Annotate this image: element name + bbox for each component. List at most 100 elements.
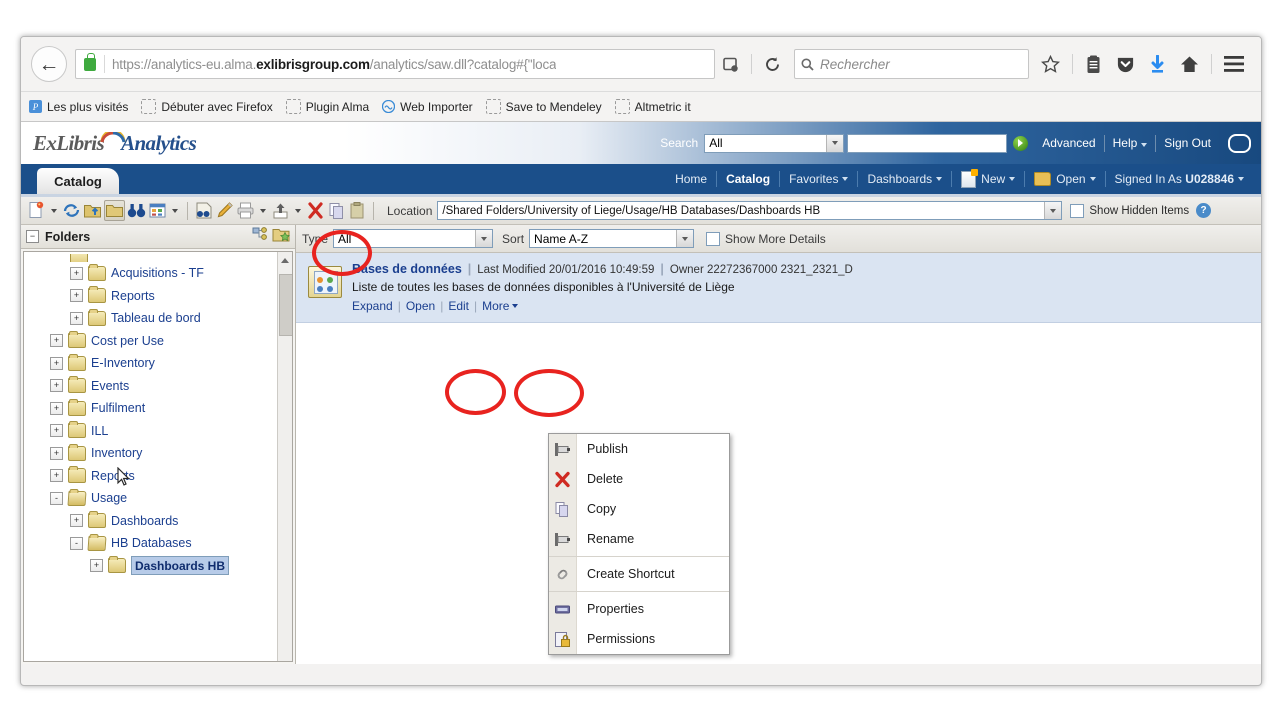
nav-signed-in-as[interactable]: Signed In As U028846 [1106, 171, 1253, 187]
sign-out-link[interactable]: Sign Out [1164, 136, 1211, 150]
copy-icon[interactable] [327, 201, 346, 220]
tab-catalog[interactable]: Catalog [37, 168, 119, 194]
tree-item-tableau-de-bord[interactable]: + Tableau de bord [24, 307, 292, 330]
tree-item-usage[interactable]: - Usage [24, 487, 292, 510]
expander-plus-icon[interactable]: + [50, 379, 63, 393]
help-menu[interactable]: Help [1113, 136, 1148, 150]
show-hidden-items-control[interactable]: Show Hidden Items ? [1070, 203, 1212, 218]
expander-plus-icon[interactable]: + [50, 401, 63, 415]
chevron-down-icon[interactable] [1044, 202, 1062, 219]
tree-item-cost-per-use[interactable]: + Cost per Use [24, 330, 292, 353]
bookmark-item[interactable]: P Les plus visités [29, 100, 128, 114]
chevron-down-icon[interactable] [512, 304, 519, 308]
pocket-icon[interactable] [1116, 55, 1135, 74]
chevron-down-icon[interactable] [676, 230, 694, 247]
tree-item-hb-databases[interactable]: - HB Databases [24, 532, 292, 555]
tree-item-ill[interactable]: + ILL [24, 420, 292, 443]
tree-nodes-icon[interactable] [252, 226, 269, 247]
library-icon[interactable] [1085, 55, 1102, 74]
scroll-up-arrow-icon[interactable] [281, 258, 289, 263]
expander-plus-icon[interactable]: + [70, 311, 83, 325]
print-icon[interactable] [236, 201, 255, 220]
more-link[interactable]: More [482, 299, 509, 313]
open-link[interactable]: Open [406, 299, 435, 313]
expand-link[interactable]: Expand [352, 299, 393, 313]
tree-item-reports[interactable]: + Reports [24, 465, 292, 488]
expander-plus-icon[interactable]: + [70, 289, 83, 303]
expander-plus-icon[interactable]: + [90, 559, 103, 573]
export-upload-icon[interactable] [271, 201, 290, 220]
show-more-details-checkbox[interactable] [706, 231, 721, 246]
help-question-icon[interactable]: ? [1196, 203, 1212, 218]
bookmark-item[interactable]: Web Importer [382, 100, 473, 114]
edit-link[interactable]: Edit [448, 299, 469, 313]
nav-open[interactable]: Open [1025, 171, 1104, 187]
open-folder-icon[interactable] [104, 200, 125, 221]
archive-icon[interactable] [194, 201, 213, 220]
menu-item-publish[interactable]: Publish [549, 434, 729, 464]
reader-view-icon[interactable] [722, 56, 739, 73]
new-item-icon[interactable] [27, 201, 46, 220]
chevron-down-icon[interactable] [51, 208, 57, 213]
star-icon[interactable] [1041, 54, 1060, 74]
chevron-down-icon[interactable] [260, 208, 266, 213]
tree-item-dashboards-hb[interactable]: + Dashboards HB [24, 555, 292, 578]
upload-folder-icon[interactable] [83, 201, 102, 220]
chevron-down-icon[interactable] [475, 230, 493, 247]
scrollbar-thumb[interactable] [279, 274, 292, 336]
edit-pencil-icon[interactable] [215, 201, 234, 220]
chat-bubble-icon[interactable] [1228, 133, 1251, 153]
advanced-link[interactable]: Advanced [1042, 136, 1095, 150]
chevron-down-icon[interactable] [295, 208, 301, 213]
expander-plus-icon[interactable]: + [70, 514, 83, 528]
go-arrow-icon[interactable] [1013, 135, 1029, 151]
expander-plus-icon[interactable]: + [50, 424, 63, 438]
menu-item-copy[interactable]: Copy [549, 494, 729, 524]
address-bar[interactable]: https://analytics-eu.alma.exlibrisgroup.… [75, 49, 715, 79]
expander-plus-icon[interactable]: + [50, 356, 63, 370]
menu-item-permissions[interactable]: Permissions [549, 624, 729, 654]
reload-icon[interactable] [764, 56, 781, 73]
chevron-down-icon[interactable] [172, 208, 178, 213]
back-arrow-icon[interactable]: ← [31, 46, 67, 82]
tree-item-e-inventory[interactable]: + E-Inventory [24, 352, 292, 375]
expander-minus-icon[interactable]: - [70, 536, 83, 550]
refresh-icon[interactable] [62, 201, 81, 220]
nav-favorites[interactable]: Favorites [780, 171, 857, 187]
type-select[interactable]: All [333, 229, 494, 248]
new-folder-icon[interactable] [272, 227, 291, 247]
expander-minus-icon[interactable]: - [50, 491, 63, 505]
tree-item-acquisitions-tf[interactable]: + Acquisitions - TF [24, 262, 292, 285]
search-scope-select[interactable]: All [704, 133, 845, 153]
expander-plus-icon[interactable]: + [70, 266, 83, 280]
chevron-down-icon[interactable] [826, 134, 844, 152]
sort-select[interactable]: Name A-Z [529, 229, 695, 248]
hamburger-menu-icon[interactable] [1224, 56, 1244, 72]
location-field[interactable]: /Shared Folders/University of Liege/Usag… [437, 201, 1063, 220]
search-binoculars-icon[interactable] [127, 201, 146, 220]
nav-dashboards[interactable]: Dashboards [858, 171, 951, 187]
paste-icon[interactable] [348, 201, 367, 220]
expander-plus-icon[interactable]: + [50, 446, 63, 460]
browser-search-box[interactable]: Rechercher [794, 49, 1029, 79]
expander-plus-icon[interactable]: + [50, 469, 63, 483]
nav-new[interactable]: New [952, 168, 1024, 188]
expander-plus-icon[interactable]: + [50, 334, 63, 348]
preferences-icon[interactable] [148, 201, 167, 220]
menu-item-properties[interactable]: Properties [549, 594, 729, 624]
home-icon[interactable] [1180, 55, 1199, 73]
tree-item-fulfilment[interactable]: + Fulfilment [24, 397, 292, 420]
show-hidden-items-checkbox[interactable] [1070, 203, 1085, 218]
catalog-item-row[interactable]: Bases de données | Last Modified 20/01/201… [296, 253, 1261, 323]
menu-item-create-shortcut[interactable]: Create Shortcut [549, 559, 729, 589]
menu-item-delete[interactable]: Delete [549, 464, 729, 494]
collapse-minus-icon[interactable]: − [26, 230, 39, 243]
search-input[interactable] [847, 133, 1008, 153]
nav-catalog[interactable]: Catalog [717, 171, 779, 187]
tree-item-events[interactable]: + Events [24, 375, 292, 398]
bookmark-item[interactable]: Plugin Alma [285, 99, 369, 114]
delete-x-icon[interactable] [306, 201, 325, 220]
catalog-item-title[interactable]: Bases de données [352, 262, 462, 276]
tree-scrollbar[interactable] [277, 252, 292, 661]
bookmark-item[interactable]: Altmetric it [614, 99, 691, 114]
